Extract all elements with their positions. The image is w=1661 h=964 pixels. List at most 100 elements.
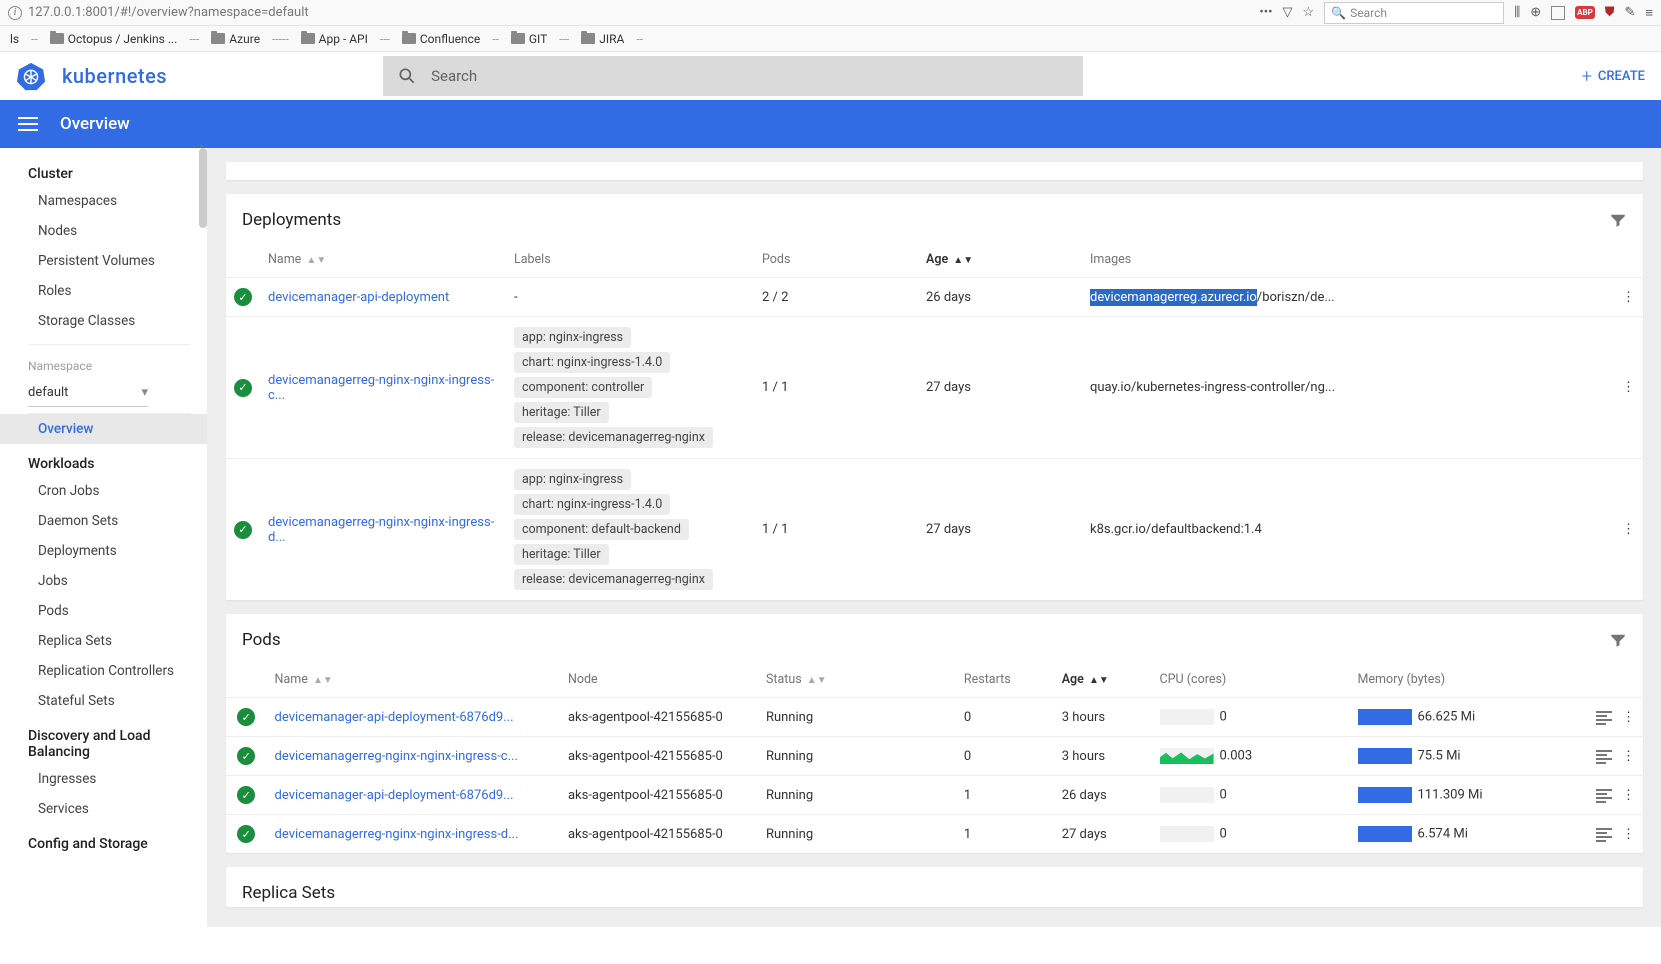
sidebar-icon[interactable] — [1551, 6, 1565, 20]
row-actions-icon[interactable]: ⋮ — [1613, 317, 1643, 459]
pod-link[interactable]: devicemanagerreg-nginx-nginx-ingress-c..… — [275, 749, 518, 764]
app-search[interactable]: Search — [383, 56, 1083, 96]
node-cell: aks-agentpool-42155685-0 — [560, 737, 758, 776]
pods-table: Name ▲▼ Node Status ▲▼ Restarts Age ▲▼ C… — [226, 662, 1643, 853]
th-labels[interactable]: Labels — [506, 242, 754, 278]
row-actions-icon[interactable]: ⋮ — [1622, 788, 1635, 803]
kubernetes-logo-icon[interactable] — [16, 61, 46, 91]
th-images[interactable]: Images — [1082, 242, 1613, 278]
reader-icon[interactable]: ▽ — [1283, 5, 1293, 20]
picker-icon[interactable]: ✎ — [1625, 5, 1636, 20]
star-icon[interactable]: ☆ — [1303, 5, 1315, 20]
namespace-select[interactable]: default ▾ — [28, 379, 148, 407]
sidebar-item-namespaces[interactable]: Namespaces — [0, 186, 207, 216]
sidebar-item-overview[interactable]: Overview — [0, 414, 207, 444]
th-node[interactable]: Node — [560, 662, 758, 698]
brand-text[interactable]: kubernetes — [62, 64, 167, 88]
create-button[interactable]: + CREATE — [1582, 66, 1645, 87]
table-row: ✓devicemanager-api-deployment-6876d9...a… — [226, 698, 1643, 737]
restarts-cell: 1 — [956, 776, 1054, 815]
sidebar-item-pods[interactable]: Pods — [0, 596, 207, 626]
info-icon[interactable]: i — [8, 6, 22, 20]
node-cell: aks-agentpool-42155685-0 — [560, 815, 758, 854]
sidebar-item-cron-jobs[interactable]: Cron Jobs — [0, 476, 207, 506]
row-actions-icon[interactable]: ⋮ — [1622, 827, 1635, 842]
th-name[interactable]: Name ▲▼ — [260, 242, 506, 278]
pod-link[interactable]: devicemanagerreg-nginx-nginx-ingress-d..… — [275, 827, 519, 842]
logs-icon[interactable] — [1596, 789, 1612, 801]
browser-search[interactable]: 🔍 Search — [1324, 2, 1504, 24]
table-row: ✓devicemanager-api-deployment-6876d9...a… — [226, 776, 1643, 815]
status-ok-icon: ✓ — [237, 708, 255, 726]
menu-toggle-icon[interactable] — [18, 117, 38, 131]
sidebar-item-roles[interactable]: Roles — [0, 276, 207, 306]
pods-cell: 1 / 1 — [754, 459, 918, 601]
pod-link[interactable]: devicemanager-api-deployment-6876d9... — [275, 788, 514, 803]
sidebar-item-nodes[interactable]: Nodes — [0, 216, 207, 246]
sort-icon: ▲▼ — [1089, 675, 1109, 686]
pod-link[interactable]: devicemanager-api-deployment-6876d9... — [275, 710, 514, 725]
folder-icon — [301, 33, 315, 44]
mem-cell: 111.309 Mi — [1350, 776, 1560, 815]
bookmark-item[interactable]: Octopus / Jenkins ... — [44, 30, 184, 48]
globe-icon[interactable]: ⊕ — [1530, 5, 1541, 20]
bookmark-item[interactable]: Confluence — [396, 30, 486, 48]
sidebar-item-stateful-sets[interactable]: Stateful Sets — [0, 686, 207, 716]
bookmark-item[interactable]: JIRA — [575, 30, 630, 48]
sidebar-item-services[interactable]: Services — [0, 794, 207, 824]
filter-icon[interactable] — [1609, 211, 1627, 229]
deployment-link[interactable]: devicemanager-api-deployment — [268, 290, 449, 305]
browser-search-placeholder: Search — [1350, 6, 1387, 20]
deployment-link[interactable]: devicemanagerreg-nginx-nginx-ingress-c..… — [268, 373, 494, 403]
pods-title: Pods — [242, 630, 281, 650]
menu-icon[interactable]: ≡ — [1645, 5, 1653, 21]
sidebar-item-replica-sets[interactable]: Replica Sets — [0, 626, 207, 656]
mem-cell: 66.625 Mi — [1350, 698, 1560, 737]
th-mem[interactable]: Memory (bytes) — [1350, 662, 1560, 698]
bookmark-item[interactable]: App - API — [295, 30, 374, 48]
more-icon[interactable]: ••• — [1259, 5, 1272, 20]
th-age[interactable]: Age ▲▼ — [918, 242, 1082, 278]
logs-icon[interactable] — [1596, 750, 1612, 762]
page-title: Overview — [60, 114, 130, 134]
row-actions-icon[interactable]: ⋮ — [1613, 459, 1643, 601]
folder-icon — [402, 33, 416, 44]
logs-icon[interactable] — [1596, 711, 1612, 723]
logs-icon[interactable] — [1596, 828, 1612, 840]
label-chip: release: devicemanagerreg-nginx — [514, 569, 713, 590]
filter-icon[interactable] — [1609, 631, 1627, 649]
sidebar-item-replication-controllers[interactable]: Replication Controllers — [0, 656, 207, 686]
sidebar-item-storage-classes[interactable]: Storage Classes — [0, 306, 207, 336]
memory-bar — [1358, 709, 1412, 725]
th-cpu[interactable]: CPU (cores) — [1152, 662, 1350, 698]
sidebar-item-persistent-volumes[interactable]: Persistent Volumes — [0, 246, 207, 276]
th-age[interactable]: Age ▲▼ — [1054, 662, 1152, 698]
th-restarts[interactable]: Restarts — [956, 662, 1054, 698]
bookmark-item[interactable]: ls — [4, 30, 25, 48]
sidebar-item-deployments[interactable]: Deployments — [0, 536, 207, 566]
cpu-sparkline — [1160, 826, 1214, 842]
bookmark-item[interactable]: GIT — [505, 30, 553, 48]
status-ok-icon: ✓ — [237, 786, 255, 804]
row-actions-icon[interactable]: ⋮ — [1622, 710, 1635, 725]
library-icon[interactable]: ⫼ — [1514, 5, 1520, 20]
abp-icon[interactable]: ABP — [1575, 6, 1595, 19]
deployment-link[interactable]: devicemanagerreg-nginx-nginx-ingress-d..… — [268, 515, 494, 545]
sidebar-item-jobs[interactable]: Jobs — [0, 566, 207, 596]
row-actions-icon[interactable]: ⋮ — [1613, 278, 1643, 317]
label-chip: component: controller — [514, 377, 652, 398]
th-status[interactable]: Status ▲▼ — [758, 662, 956, 698]
bookmark-item[interactable]: Azure — [205, 30, 266, 48]
sidebar-item-daemon-sets[interactable]: Daemon Sets — [0, 506, 207, 536]
folder-icon — [581, 33, 595, 44]
cpu-sparkline — [1160, 787, 1214, 803]
shield-icon[interactable]: ⛊ — [1605, 5, 1615, 20]
sidebar-item-ingresses[interactable]: Ingresses — [0, 764, 207, 794]
th-pods[interactable]: Pods — [754, 242, 918, 278]
th-name[interactable]: Name ▲▼ — [267, 662, 560, 698]
sidebar-section-discovery: Discovery and Load Balancing — [0, 716, 207, 764]
url-text[interactable]: 127.0.0.1:8001/#!/overview?namespace=def… — [28, 5, 1253, 20]
scrollbar-thumb[interactable] — [199, 148, 207, 228]
age-cell: 26 days — [1054, 776, 1152, 815]
row-actions-icon[interactable]: ⋮ — [1622, 749, 1635, 764]
